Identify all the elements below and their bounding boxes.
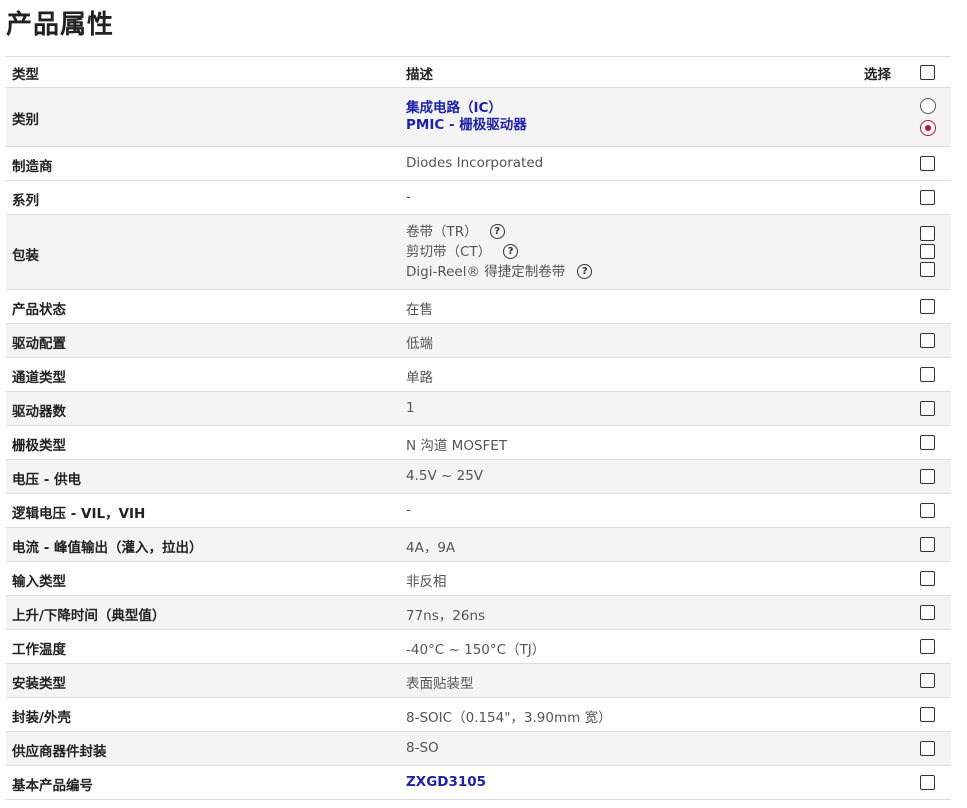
attributes-table: 类型 描述 选择 类别 集成电路（IC） PMIC - 栅极驱动器 制造商 Di… [6, 56, 951, 800]
packaging-checkbox-tr[interactable] [920, 226, 935, 241]
row-label: 产品状态 [12, 302, 66, 318]
table-row: 电压 - 供电 4.5V ~ 25V [6, 460, 951, 494]
row-label: 上升/下降时间（典型值） [12, 608, 166, 624]
packaging-option-ct: 剪切带（CT）? [406, 242, 592, 262]
row-checkbox[interactable] [920, 435, 935, 450]
table-row: 驱动器数 1 [6, 392, 951, 426]
table-header: 类型 描述 选择 [6, 57, 951, 88]
header-description: 描述 [406, 67, 433, 83]
row-value: 低端 [406, 336, 433, 352]
row-label: 类别 [12, 112, 39, 128]
row-label: 电流 - 峰值输出（灌入，拉出） [12, 540, 203, 556]
table-row: 驱动配置 低端 [6, 324, 951, 358]
packaging-checkbox-digireel[interactable] [920, 262, 935, 277]
row-checkbox[interactable] [920, 741, 935, 756]
row-label: 包装 [12, 248, 39, 264]
row-checkbox[interactable] [920, 707, 935, 722]
row-value: 表面贴装型 [406, 676, 474, 692]
table-row: 产品状态 在售 [6, 290, 951, 324]
row-label: 驱动器数 [12, 404, 66, 420]
row-label: 供应商器件封装 [12, 744, 107, 760]
help-icon[interactable]: ? [503, 243, 519, 259]
row-checkbox[interactable] [920, 469, 935, 484]
packaging-checkbox-ct[interactable] [920, 244, 935, 259]
row-label: 电压 - 供电 [12, 472, 82, 488]
row-label: 封装/外壳 [12, 710, 71, 726]
row-value: - [406, 502, 411, 518]
table-row-category: 类别 集成电路（IC） PMIC - 栅极驱动器 [6, 88, 951, 147]
row-checkbox[interactable] [920, 401, 935, 416]
category-link-pmic[interactable]: PMIC - 栅极驱动器 [406, 117, 527, 134]
row-checkbox[interactable] [920, 503, 935, 518]
row-value: 8-SO [406, 740, 439, 756]
table-row: 供应商器件封装 8-SO [6, 732, 951, 766]
category-radio-pmic[interactable] [920, 120, 936, 136]
category-radio-ic[interactable] [920, 98, 936, 114]
row-label: 系列 [12, 193, 39, 209]
row-label: 驱动配置 [12, 336, 66, 352]
row-value: 4A，9A [406, 540, 456, 556]
row-checkbox[interactable] [920, 190, 935, 205]
product-attributes-page: 产品属性 类型 描述 选择 类别 集成电路（IC） PMIC - 栅极驱动器 制… [0, 0, 967, 808]
row-checkbox[interactable] [920, 605, 935, 620]
row-checkbox[interactable] [920, 775, 935, 790]
row-checkbox[interactable] [920, 299, 935, 314]
table-row: 基本产品编号 ZXGD3105 [6, 766, 951, 800]
row-label: 输入类型 [12, 574, 66, 590]
help-icon[interactable]: ? [577, 263, 593, 279]
table-row-manufacturer: 制造商 Diodes Incorporated [6, 147, 951, 181]
row-checkbox[interactable] [920, 639, 935, 654]
row-value: -40°C ~ 150°C（TJ） [406, 642, 546, 658]
page-title: 产品属性 [6, 10, 115, 40]
table-row: 工作温度 -40°C ~ 150°C（TJ） [6, 630, 951, 664]
row-value: 单路 [406, 370, 433, 386]
table-row-series: 系列 - [6, 181, 951, 215]
packaging-option-tr: 卷带（TR）? [406, 222, 592, 242]
table-row-packaging: 包装 卷带（TR）? 剪切带（CT）? Digi-Reel® 得捷定制卷带? [6, 215, 951, 290]
help-icon[interactable]: ? [489, 223, 505, 239]
header-select: 选择 [864, 67, 891, 83]
select-all-checkbox[interactable] [920, 65, 935, 80]
row-value: Diodes Incorporated [406, 155, 544, 171]
category-links: 集成电路（IC） PMIC - 栅极驱动器 [406, 100, 527, 134]
row-value: - [406, 189, 411, 205]
row-value: 非反相 [406, 574, 447, 590]
packaging-options: 卷带（TR）? 剪切带（CT）? Digi-Reel® 得捷定制卷带? [406, 222, 593, 282]
row-label: 逻辑电压 - VIL，VIH [12, 506, 146, 522]
table-row: 输入类型 非反相 [6, 562, 951, 596]
row-value: 在售 [406, 302, 433, 318]
category-link-ic[interactable]: 集成电路（IC） [406, 100, 527, 117]
row-value: 4.5V ~ 25V [406, 468, 484, 484]
table-row: 电流 - 峰值输出（灌入，拉出） 4A，9A [6, 528, 951, 562]
row-label: 通道类型 [12, 370, 66, 386]
attribute-rows: 产品状态 在售驱动配置 低端通道类型 单路驱动器数 1 栅极类型 N 沟道 MOSFET 电压… [6, 290, 951, 800]
table-row: 封装/外壳 8-SOIC（0.154"，3.90mm 宽） [6, 698, 951, 732]
table-row: 安装类型 表面贴装型 [6, 664, 951, 698]
row-label: 栅极类型 [12, 438, 66, 454]
row-value: 1 [406, 400, 415, 416]
row-checkbox[interactable] [920, 367, 935, 382]
table-row: 逻辑电压 - VIL，VIH - [6, 494, 951, 528]
row-value[interactable]: ZXGD3105 [406, 774, 486, 790]
row-label: 安装类型 [12, 676, 66, 692]
row-checkbox[interactable] [920, 156, 935, 171]
row-checkbox[interactable] [920, 333, 935, 348]
row-value: N 沟道 MOSFET [406, 438, 508, 454]
row-checkbox[interactable] [920, 673, 935, 688]
table-row: 通道类型 单路 [6, 358, 951, 392]
row-value: 77ns，26ns [406, 608, 486, 624]
row-label: 制造商 [12, 159, 53, 175]
row-checkbox[interactable] [920, 537, 935, 552]
table-row: 栅极类型 N 沟道 MOSFET [6, 426, 951, 460]
header-type: 类型 [12, 67, 39, 83]
row-label: 工作温度 [12, 642, 66, 658]
row-checkbox[interactable] [920, 571, 935, 586]
table-row: 上升/下降时间（典型值） 77ns，26ns [6, 596, 951, 630]
row-value: 8-SOIC（0.154"，3.90mm 宽） [406, 710, 612, 726]
packaging-option-digireel: Digi-Reel® 得捷定制卷带? [406, 262, 593, 282]
row-label: 基本产品编号 [12, 778, 93, 794]
